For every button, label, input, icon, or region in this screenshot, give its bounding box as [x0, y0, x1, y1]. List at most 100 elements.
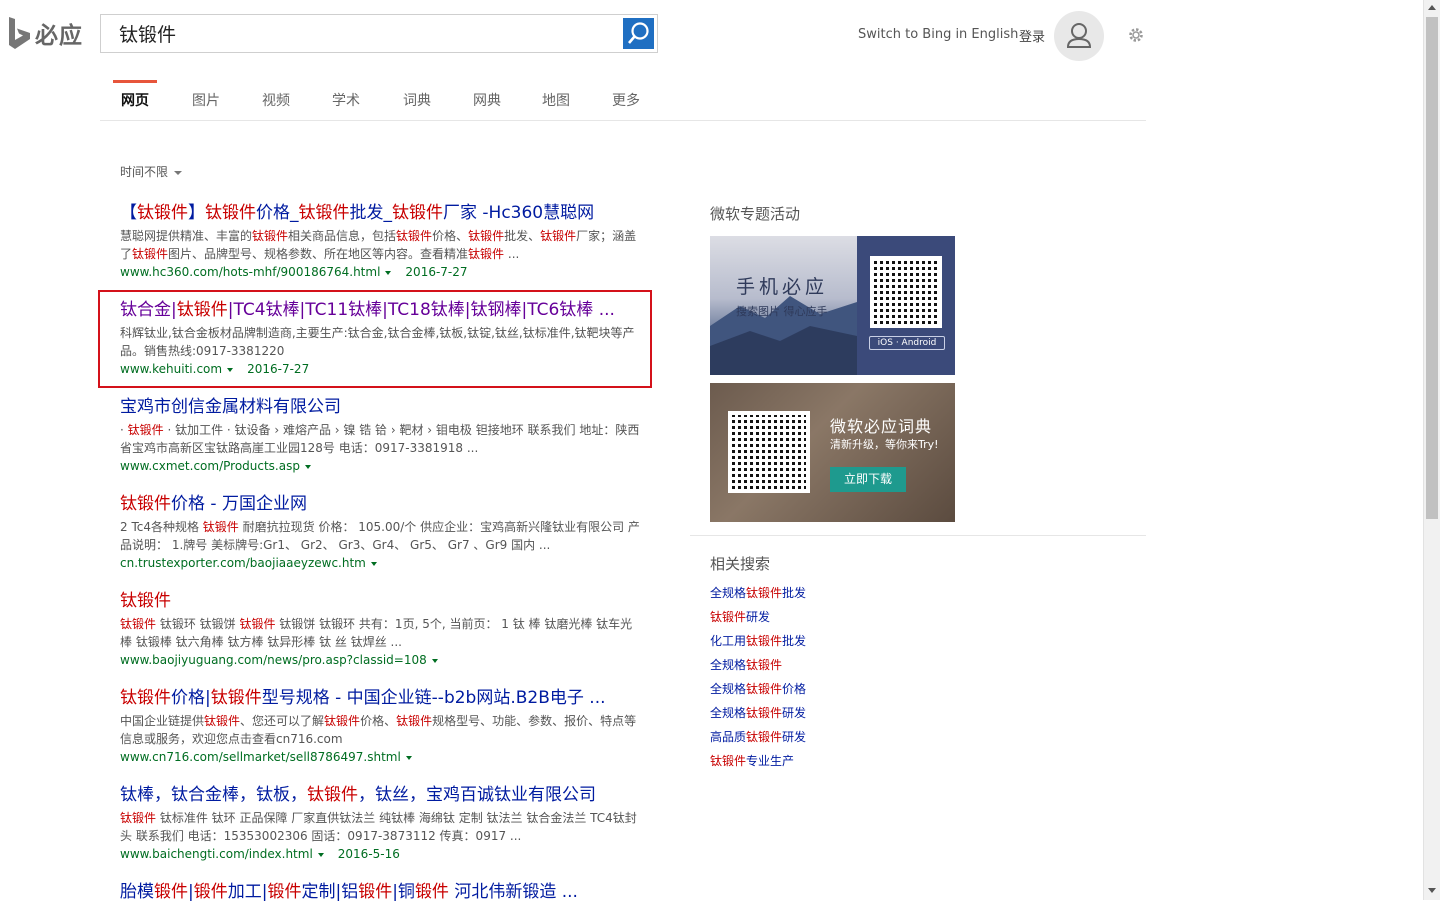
- result-url[interactable]: www.baojiyuguang.com/news/pro.asp?classi…: [120, 653, 427, 667]
- tab-dictionary[interactable]: 词典: [403, 90, 431, 110]
- result-url[interactable]: cn.trustexporter.com/baojiaaeyzewc.htm: [120, 556, 366, 570]
- query-term-highlight: 钛锻件: [120, 591, 171, 611]
- tab-maps[interactable]: 地图: [542, 90, 570, 110]
- related-search-link[interactable]: 全规格钛锻件价格: [710, 680, 806, 697]
- search-input[interactable]: [101, 15, 621, 52]
- promo-mobile-bing[interactable]: 手机必应 搜索图片 得心应手 iOS · Android: [710, 236, 955, 375]
- query-term-highlight: 钛锻件: [252, 229, 289, 243]
- result-title-link[interactable]: 钛棒，钛合金棒，钛板，钛锻件，钛丝，宝鸡百诚钛业有限公司: [120, 784, 640, 806]
- result-item: 宝鸡市创信金属材料有限公司 · 钛锻件 · 钛加工件 · 钛设备 › 难熔产品 …: [120, 396, 640, 475]
- text-segment: 中国企业链提供: [120, 714, 205, 728]
- related-search-link[interactable]: 高品质钛锻件研发: [710, 728, 806, 745]
- text-segment: 【: [120, 203, 137, 223]
- text-segment: · 钛加工件 · 钛设备 › 难熔产品 › 镍 锆 铪 › 靶材 › 钼电极 钽…: [120, 423, 640, 455]
- query-term-highlight: 钛锻件: [120, 811, 157, 825]
- chevron-down-icon[interactable]: [304, 464, 311, 469]
- sidebar-divider: [690, 535, 1146, 536]
- chevron-down-icon[interactable]: [385, 270, 392, 275]
- query-term-highlight: 钛锻件: [710, 610, 747, 624]
- query-term-highlight: 钛锻件: [746, 586, 783, 600]
- result-url[interactable]: www.hc360.com/hots-mhf/900186764.html: [120, 265, 380, 279]
- query-term-highlight: 钛锻件: [120, 494, 171, 514]
- result-title-link[interactable]: 钛锻件价格|钛锻件型号规格 - 中国企业链--b2b网站.B2B电子 ...: [120, 687, 640, 709]
- related-search-link[interactable]: 钛锻件专业生产: [710, 752, 794, 769]
- text-segment: 研发: [746, 610, 771, 624]
- text-segment: 全规格: [710, 706, 747, 720]
- bing-b-icon: [9, 17, 30, 49]
- chevron-down-icon[interactable]: [317, 852, 324, 857]
- query-term-highlight: 钛锻件: [205, 203, 256, 223]
- related-search-link[interactable]: 化工用钛锻件批发: [710, 632, 806, 649]
- promo1-title: 手机必应: [736, 276, 829, 298]
- result-url[interactable]: www.baichengti.com/index.html: [120, 847, 313, 861]
- promo2-subtitle: 清新升级，等你来Try!: [830, 438, 939, 451]
- search-icon: [628, 22, 649, 44]
- result-title-link[interactable]: 钛锻件: [120, 590, 640, 612]
- result-title-link[interactable]: 【钛锻件】钛锻件价格_钛锻件批发_钛锻件厂家 -Hc360慧聪网: [120, 202, 640, 224]
- login-link[interactable]: 登录: [1019, 26, 1045, 45]
- text-segment: 钛棒，钛合金棒，钛板，: [120, 785, 307, 805]
- chevron-down-icon[interactable]: [370, 561, 377, 566]
- tab-images[interactable]: 图片: [192, 90, 220, 110]
- qr-code-icon: [870, 256, 942, 328]
- result-snippet: 慧聪网提供精准、丰富的钛锻件相关商品信息，包括钛锻件价格、钛锻件批发、钛锻件厂家…: [120, 227, 640, 263]
- query-term-highlight: 钛锻件: [746, 730, 783, 744]
- promo-bing-dictionary[interactable]: 微软必应词典 清新升级，等你来Try! 立即下载: [710, 383, 955, 522]
- result-url[interactable]: www.cxmet.com/Products.asp: [120, 459, 300, 473]
- text-segment: 价格、: [432, 229, 469, 243]
- text-segment: 型号规格 - 中国企业链--b2b网站.B2B电子 ...: [261, 688, 606, 708]
- text-segment: 、您还可以了解: [240, 714, 325, 728]
- text-segment: 批发: [782, 634, 807, 648]
- page-scrollbar[interactable]: [1423, 0, 1440, 900]
- result-date: 2016-5-16: [337, 847, 400, 861]
- result-url[interactable]: www.cn716.com/sellmarket/sell8786497.sht…: [120, 750, 401, 764]
- query-term-highlight: 钛锻件: [746, 706, 783, 720]
- chevron-down-icon[interactable]: [431, 658, 438, 663]
- tab-web[interactable]: 网页: [121, 90, 149, 110]
- scroll-thumb[interactable]: [1426, 17, 1438, 519]
- tab-more[interactable]: 更多: [612, 90, 640, 110]
- result-snippet: 钛锻件 钛锻环 钛锻饼 钛锻件 钛锻饼 钛锻环 共有：1页, 5个, 当前页： …: [120, 615, 640, 651]
- query-term-highlight: 钛锻件: [396, 229, 433, 243]
- text-segment: 慧聪网提供精准、丰富的: [120, 229, 253, 243]
- query-term-highlight: 钛锻件: [710, 754, 747, 768]
- query-term-highlight: 钛锻件: [204, 714, 241, 728]
- tab-wiki[interactable]: 网典: [473, 90, 501, 110]
- related-search-link[interactable]: 钛锻件研发: [710, 608, 770, 625]
- result-item: 钛锻件价格 - 万国企业网 2 Tc4各种规格 钛锻件 耐磨抗拉现货 价格： 1…: [120, 493, 640, 572]
- tab-videos[interactable]: 视频: [262, 90, 290, 110]
- text-segment: 价格|: [171, 688, 211, 708]
- bing-logo[interactable]: 必应: [8, 16, 83, 50]
- related-searches-title: 相关搜索: [710, 555, 771, 573]
- text-segment: 专业生产: [746, 754, 795, 768]
- query-term-highlight: 锻件: [414, 882, 449, 902]
- text-segment: 定制|铝: [301, 882, 359, 902]
- related-search-link[interactable]: 全规格钛锻件批发: [710, 584, 806, 601]
- result-title-link[interactable]: 钛锻件价格 - 万国企业网: [120, 493, 640, 515]
- promo-section-title: 微软专题活动: [710, 205, 801, 223]
- scroll-up-arrow-icon[interactable]: [1428, 5, 1436, 10]
- result-snippet: 2 Tc4各种规格 钛锻件 耐磨抗拉现货 价格： 105.00/个 供应企业：宝…: [120, 518, 640, 554]
- chevron-down-icon[interactable]: [405, 755, 412, 760]
- selection-highlight-box: [98, 290, 652, 388]
- text-segment: 全规格: [710, 682, 747, 696]
- search-button[interactable]: [623, 18, 654, 49]
- result-item: 钛锻件 钛锻件 钛锻环 钛锻饼 钛锻件 钛锻饼 钛锻环 共有：1页, 5个, 当…: [120, 590, 640, 669]
- avatar[interactable]: [1054, 11, 1104, 61]
- related-search-link[interactable]: 全规格钛锻件: [710, 656, 782, 673]
- result-title-link[interactable]: 宝鸡市创信金属材料有限公司: [120, 396, 640, 418]
- settings-button[interactable]: [1127, 26, 1145, 48]
- text-segment: 钛锻环 钛锻饼: [156, 617, 240, 631]
- result-url-line: www.cn716.com/sellmarket/sell8786497.sht…: [120, 748, 640, 766]
- related-search-link[interactable]: 全规格钛锻件研发: [710, 704, 806, 721]
- query-term-highlight: 钛锻件: [307, 785, 358, 805]
- download-button[interactable]: 立即下载: [830, 467, 906, 492]
- scroll-down-arrow-icon[interactable]: [1428, 888, 1436, 893]
- switch-language-link[interactable]: Switch to Bing in English: [858, 27, 1018, 42]
- user-icon: [1066, 23, 1092, 48]
- time-filter-dropdown[interactable]: 时间不限: [120, 163, 183, 180]
- tab-academic[interactable]: 学术: [332, 90, 360, 110]
- qr-code-icon: [728, 411, 810, 493]
- promo1-platform-badge: iOS · Android: [869, 336, 945, 350]
- chevron-down-icon: [174, 170, 183, 175]
